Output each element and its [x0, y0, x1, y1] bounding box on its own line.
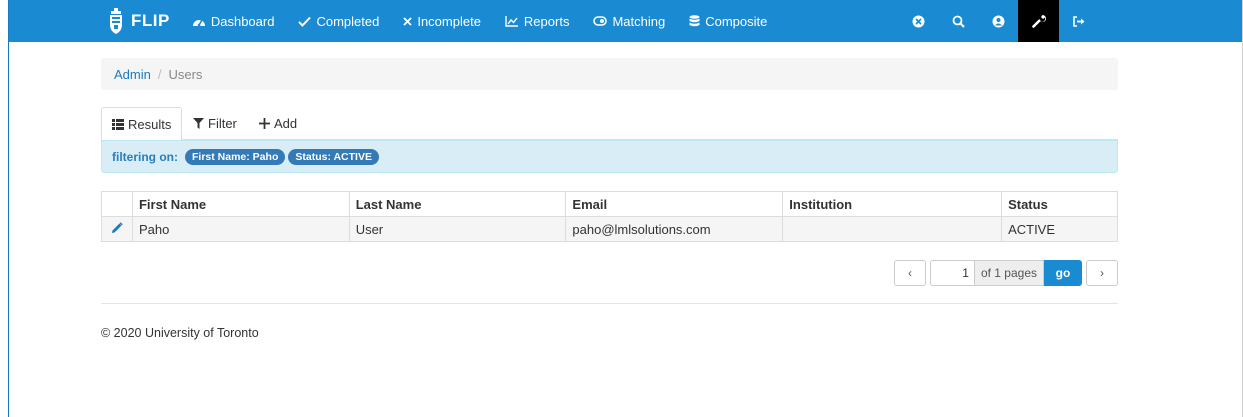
- filter-badge-first-name[interactable]: First Name: Paho: [185, 148, 286, 165]
- nav-composite-label: Composite: [705, 13, 768, 29]
- plus-icon: [259, 118, 270, 129]
- sign-out-icon: [1072, 15, 1084, 27]
- search-button[interactable]: [938, 0, 978, 42]
- nav-composite[interactable]: Composite: [689, 14, 767, 29]
- nav-dashboard-label: Dashboard: [210, 13, 275, 29]
- tab-filter[interactable]: Filter: [193, 107, 237, 140]
- edit-cell[interactable]: [101, 216, 133, 242]
- users-table: First Name Last Name Email Institution S…: [101, 191, 1118, 242]
- tab-results-label: Results: [128, 116, 172, 132]
- brand-name: FLIP: [131, 11, 170, 30]
- app-frame: FLIP Dashboard Completed Incomplete Repo…: [8, 0, 1243, 417]
- database-icon: [689, 15, 700, 27]
- prev-page-button[interactable]: ‹: [893, 260, 926, 286]
- column-header-first-name[interactable]: First Name: [131, 191, 350, 217]
- close-circle-icon: [912, 15, 924, 27]
- list-icon: [112, 118, 124, 130]
- breadcrumb-admin-link[interactable]: Admin: [114, 67, 151, 82]
- sign-out-button[interactable]: [1059, 0, 1099, 42]
- top-navbar: FLIP Dashboard Completed Incomplete Repo…: [9, 0, 1242, 42]
- nav-completed-label: Completed: [316, 13, 380, 29]
- table-row: Paho User paho@lmlsolutions.com ACTIVE: [101, 216, 1118, 242]
- x-icon: [403, 16, 412, 26]
- cell-first-name: Paho: [131, 216, 350, 242]
- column-header-last-name[interactable]: Last Name: [348, 191, 567, 217]
- column-header-status[interactable]: Status: [1001, 191, 1118, 217]
- breadcrumb-current: Users: [168, 66, 203, 82]
- tab-filter-label: Filter: [208, 116, 237, 131]
- column-header-email[interactable]: Email: [565, 191, 784, 217]
- tab-add[interactable]: Add: [259, 107, 297, 140]
- user-button[interactable]: [978, 0, 1018, 42]
- link-icon: [593, 16, 608, 26]
- table-header-row: First Name Last Name Email Institution S…: [101, 191, 1118, 217]
- nav-dashboard[interactable]: Dashboard: [192, 13, 275, 29]
- nav-reports[interactable]: Reports: [505, 13, 570, 29]
- close-circle-button[interactable]: [898, 0, 938, 42]
- chart-icon: [505, 15, 518, 27]
- cell-status: ACTIVE: [1001, 216, 1118, 242]
- cell-institution: [782, 216, 1003, 242]
- column-header-institution[interactable]: Institution: [782, 191, 1003, 217]
- filter-label: filtering on:: [112, 149, 178, 164]
- nav-completed[interactable]: Completed: [298, 14, 379, 29]
- tab-bar: Results Filter Add: [101, 107, 1118, 141]
- cell-last-name: User: [348, 216, 567, 242]
- nav-reports-label: Reports: [523, 13, 570, 29]
- check-icon: [298, 16, 312, 27]
- tab-results[interactable]: Results: [101, 107, 183, 141]
- nav-incomplete[interactable]: Incomplete: [403, 14, 481, 29]
- footer-divider: [101, 303, 1118, 304]
- column-header-actions: [101, 191, 133, 217]
- active-filters-bar: filtering on: First Name: Paho Status: A…: [101, 140, 1118, 173]
- crest-logo-icon: [110, 8, 122, 34]
- filter-badge-status[interactable]: Status: ACTIVE: [288, 148, 379, 165]
- admin-tools-button[interactable]: [1018, 0, 1059, 42]
- breadcrumb: Admin / Users: [101, 58, 1118, 90]
- nav-incomplete-label: Incomplete: [417, 13, 481, 29]
- filter-icon: [193, 118, 204, 129]
- tab-add-label: Add: [274, 116, 298, 131]
- cell-email: paho@lmlsolutions.com: [565, 216, 784, 242]
- breadcrumb-separator: /: [157, 66, 162, 82]
- next-page-button[interactable]: ›: [1086, 260, 1118, 286]
- brand-link[interactable]: FLIP: [109, 8, 170, 34]
- dashboard-icon: [192, 19, 205, 26]
- nav-matching-label: Matching: [612, 13, 666, 29]
- page-jump-group: of 1 pages go: [929, 260, 1082, 286]
- page-count-text: of 1 pages: [973, 260, 1044, 286]
- go-button[interactable]: go: [1044, 260, 1082, 286]
- pagination: ‹ of 1 pages go ›: [893, 260, 1118, 286]
- page-number-input[interactable]: [929, 260, 974, 286]
- nav-matching[interactable]: Matching: [593, 14, 665, 29]
- search-icon: [952, 15, 965, 28]
- wrench-icon: [1031, 15, 1046, 28]
- pencil-icon[interactable]: [111, 221, 123, 234]
- user-icon: [992, 15, 1004, 27]
- footer-copyright: © 2020 University of Toronto: [101, 326, 259, 340]
